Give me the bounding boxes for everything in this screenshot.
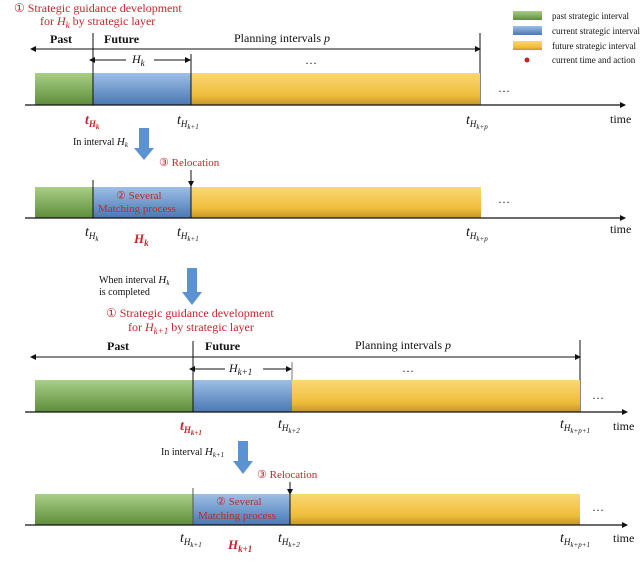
tick-label-t-hk1: tHk+1 xyxy=(177,113,199,131)
matching-process-line2: Matching process xyxy=(198,510,276,522)
tick-label-t-hk2: tHk+2 xyxy=(278,531,300,549)
tick-label-t-hkp: tHk+p xyxy=(466,225,488,243)
current-interval-bar xyxy=(93,73,191,105)
matching-process-line1: ② Several xyxy=(116,190,162,202)
planning-intervals-label: Planning intervals p xyxy=(234,31,330,45)
matching-process-line2: Matching process xyxy=(98,203,176,215)
tick-label-t-hk1: tHk+1 xyxy=(180,531,202,549)
future-label: Future xyxy=(205,339,241,353)
future-interval-bar xyxy=(191,187,481,218)
trailing-dots: … xyxy=(592,388,604,402)
flow3-label: In interval Hk+1 xyxy=(161,446,224,459)
section-3-planning-timeline: ① Strategic guidance development for Hk+… xyxy=(25,306,634,437)
time-axis-label: time xyxy=(613,531,634,545)
past-interval-bar xyxy=(35,73,93,105)
planning-dots: … xyxy=(305,53,317,67)
down-arrow-icon xyxy=(134,128,154,160)
future-interval-bar xyxy=(290,494,580,525)
relocation-label: ③ Relocation xyxy=(257,469,318,481)
step1-title-line2: for Hk by strategic layer xyxy=(40,14,155,30)
step1-title-line1: ① Strategic guidance development xyxy=(106,306,274,320)
tick-label-t-hk1: tHk+1 xyxy=(177,225,199,243)
legend-swatch-current xyxy=(513,26,542,35)
down-arrow-icon xyxy=(233,441,253,474)
trailing-dots: … xyxy=(498,192,510,206)
legend-label-past: past strategic interval xyxy=(552,11,629,21)
past-interval-bar xyxy=(35,187,93,218)
section-2-matching-timeline: ③ Relocation ② Several Matching process … xyxy=(25,157,631,248)
legend-label-current-time: current time and action xyxy=(552,55,636,65)
future-label: Future xyxy=(104,32,140,46)
current-interval-label: Hk+1 xyxy=(227,537,252,554)
time-axis-label: time xyxy=(610,222,631,236)
legend-swatch-future xyxy=(513,41,542,50)
tick-label-t-hkp1: tHk+p+1 xyxy=(560,417,590,435)
relocation-label: ③ Relocation xyxy=(159,157,220,169)
time-axis-label: time xyxy=(610,112,631,126)
past-label: Past xyxy=(50,32,72,46)
past-label: Past xyxy=(107,339,129,353)
time-axis-label: time xyxy=(613,419,634,433)
tick-label-t-hk: tHk xyxy=(85,113,100,131)
tick-label-t-hk1: tHk+1 xyxy=(180,419,202,437)
future-interval-bar xyxy=(292,380,580,412)
legend-label-future: future strategic interval xyxy=(552,41,636,51)
down-arrow-icon xyxy=(182,268,202,305)
flow-arrow-1: In interval Hk xyxy=(73,128,154,160)
flow1-label: In interval Hk xyxy=(73,136,129,149)
past-interval-bar xyxy=(35,494,193,525)
tick-label-t-hk2: tHk+2 xyxy=(278,417,300,435)
legend-swatch-past xyxy=(513,11,542,20)
trailing-dots: … xyxy=(592,500,604,514)
flow-arrow-3: In interval Hk+1 xyxy=(161,441,253,474)
current-interval-bar xyxy=(193,380,292,412)
legend-dot-current-time-icon xyxy=(524,57,530,63)
tick-label-t-hk: tHk xyxy=(85,225,99,243)
future-interval-bar xyxy=(191,73,480,105)
legend: past strategic interval current strategi… xyxy=(513,11,640,65)
step1-title-line1: ① Strategic guidance development xyxy=(14,1,182,15)
tick-label-t-hkp1: tHk+p+1 xyxy=(560,531,590,549)
section-1-planning-timeline: ① Strategic guidance development for Hk … xyxy=(14,1,631,131)
step1-title-line2: for Hk+1 by strategic layer xyxy=(128,320,254,336)
flow2-label-line1: When interval Hk xyxy=(99,274,170,287)
current-interval-label: Hk xyxy=(133,231,149,248)
flow2-label-line2: is completed xyxy=(99,287,150,298)
matching-process-line1: ② Several xyxy=(216,496,262,508)
section-4-matching-timeline: ③ Relocation ② Several Matching process … xyxy=(25,469,634,554)
planning-intervals-label: Planning intervals p xyxy=(355,338,451,352)
legend-label-current: current strategic interval xyxy=(552,26,640,36)
strategic-planning-diagram: past strategic interval current strategi… xyxy=(14,1,640,554)
planning-dots: … xyxy=(402,361,414,375)
past-interval-bar xyxy=(35,380,193,412)
trailing-dots: … xyxy=(498,81,510,95)
tick-label-t-hkp: tHk+p xyxy=(466,113,488,131)
flow-arrow-2: When interval Hk is completed xyxy=(99,268,202,305)
